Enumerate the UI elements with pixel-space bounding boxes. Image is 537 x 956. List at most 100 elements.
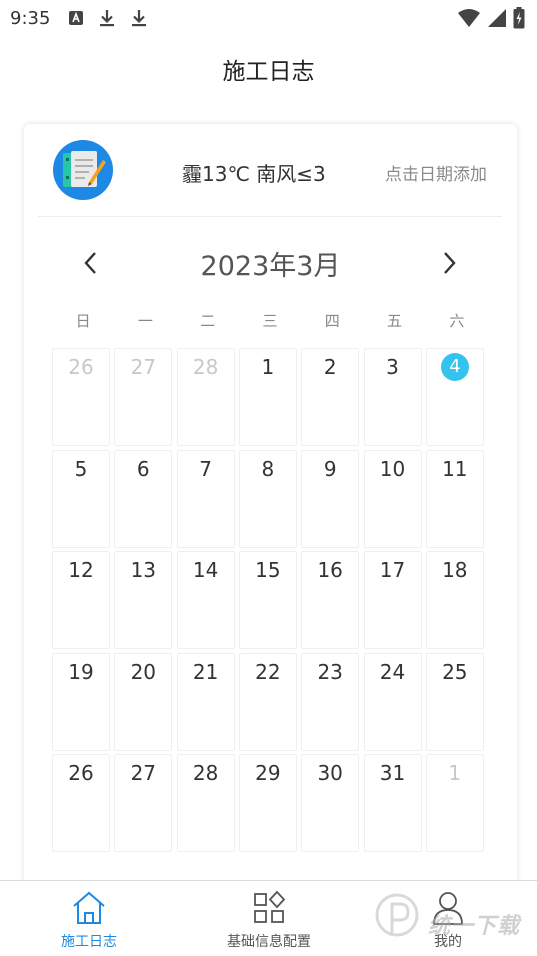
weekday-label: 一 [137, 312, 153, 330]
day-number: 4 [440, 353, 469, 381]
weekday-header: 日 一 二 三 四 五 六 [52, 310, 488, 332]
calendar-day-cell[interactable]: 20 [114, 652, 173, 751]
calendar-day-cell[interactable]: 28 [176, 754, 235, 852]
signal-icon [488, 9, 506, 27]
calendar-day-cell[interactable]: 14 [176, 551, 235, 649]
nav-label: 施工日志 [61, 934, 117, 950]
weekday-label: 三 [262, 312, 278, 330]
calendar-day-cell[interactable]: 3 [363, 348, 422, 446]
calendar-day-cell[interactable]: 22 [238, 652, 297, 751]
day-number: 2 [323, 355, 337, 379]
day-number: 16 [317, 558, 343, 582]
calendar-day-cell[interactable]: 6 [114, 449, 173, 548]
day-number: 21 [192, 659, 219, 684]
weather-info: 霾13℃ 南风≤3 [182, 162, 326, 186]
day-number: 20 [130, 659, 157, 684]
calendar-day-cell[interactable]: 31 [363, 754, 422, 852]
download-icon [100, 10, 114, 27]
day-number: 13 [130, 558, 157, 582]
day-number: 15 [255, 558, 281, 582]
calendar-day-cell[interactable]: 23 [301, 652, 360, 751]
day-number: 23 [317, 659, 343, 684]
day-number: 9 [323, 456, 337, 481]
calendar-day-cell[interactable]: 26 [52, 754, 110, 852]
calendar-day-cell[interactable]: 15 [238, 551, 297, 649]
status-bar: 9:35 [0, 0, 537, 36]
weekday-label: 五 [387, 312, 403, 330]
day-number: 29 [255, 761, 281, 785]
day-number: 11 [442, 456, 468, 481]
calendar-day-cell[interactable]: 1 [425, 754, 484, 852]
chevron-right-icon[interactable] [436, 248, 462, 278]
calendar-day-cell[interactable]: 8 [238, 449, 297, 548]
calendar-day-cell[interactable]: 27 [114, 348, 173, 446]
download-icon [132, 10, 146, 27]
battery-charging-icon [513, 7, 525, 29]
nav-item-basic-config[interactable]: 基础信息配置 [189, 889, 349, 951]
calendar-card: 霾13℃ 南风≤3 点击日期添加 2023年3月 日 一 二 三 四 五 六 2… [24, 124, 517, 894]
calendar-day-cell[interactable]: 17 [363, 551, 422, 649]
calendar-day-cell[interactable]: 19 [52, 652, 110, 751]
day-number: 30 [317, 761, 343, 785]
grid-icon [254, 890, 286, 923]
day-number: 26 [68, 761, 94, 785]
calendar-day-cell[interactable]: 26 [52, 348, 110, 446]
day-number: 27 [130, 761, 157, 785]
day-number: 1 [261, 355, 275, 379]
day-number: 3 [386, 355, 399, 379]
day-number: 22 [255, 659, 281, 684]
calendar-day-cell[interactable]: 9 [301, 449, 360, 548]
calendar-day-cell[interactable]: 25 [425, 652, 484, 751]
day-number: 28 [192, 355, 219, 379]
site-watermark: 统一下载 [372, 886, 532, 948]
watermark-logo-icon [375, 893, 419, 937]
month-navigator: 2023年3月 [24, 240, 517, 284]
calendar-day-cell[interactable]: 11 [425, 449, 484, 548]
day-number: 12 [68, 558, 94, 582]
day-number: 25 [442, 659, 468, 684]
calendar-day-cell[interactable]: 18 [425, 551, 484, 649]
day-number: 28 [192, 761, 219, 785]
notification-icons [68, 8, 148, 28]
calendar-day-cell[interactable]: 21 [176, 652, 235, 751]
home-icon [73, 891, 105, 924]
day-number: 27 [130, 355, 157, 379]
day-number: 19 [68, 659, 94, 684]
add-by-date-hint[interactable]: 点击日期添加 [385, 160, 487, 185]
weekday-label: 日 [75, 312, 91, 330]
weekday-label: 四 [324, 312, 340, 330]
calendar-day-cell[interactable]: 7 [176, 449, 235, 548]
nav-label: 基础信息配置 [227, 934, 311, 950]
day-number: 6 [136, 456, 150, 481]
day-number: 24 [379, 659, 406, 684]
wifi-icon [458, 9, 480, 27]
day-number: 10 [379, 456, 406, 481]
calendar-day-cell[interactable]: 12 [52, 551, 110, 649]
day-number: 5 [74, 456, 88, 481]
calendar-day-cell[interactable]: 5 [52, 449, 110, 548]
day-number: 17 [379, 558, 406, 582]
status-time: 9:35 [10, 8, 51, 29]
day-number: 8 [261, 456, 275, 481]
day-number: 26 [68, 355, 94, 379]
calendar-day-cell[interactable]: 30 [301, 754, 360, 852]
calendar-day-cell[interactable]: 28 [176, 348, 235, 446]
calendar-day-cell[interactable]: 24 [363, 652, 422, 751]
calendar-day-cell[interactable]: 10 [363, 449, 422, 548]
weekday-label: 六 [449, 312, 465, 330]
calendar-day-cell[interactable]: 13 [114, 551, 173, 649]
weekday-label: 二 [200, 312, 216, 330]
calendar-day-cell[interactable]: 27 [114, 754, 173, 852]
day-number: 14 [192, 558, 219, 582]
system-status-icons [457, 7, 525, 29]
calendar-day-cell[interactable]: 2 [301, 348, 360, 446]
calendar-day-cell[interactable]: 29 [238, 754, 297, 852]
day-number: 1 [448, 761, 462, 785]
app-logo-icon [53, 140, 113, 200]
nav-item-construction-log[interactable]: 施工日志 [9, 889, 169, 951]
calendar-day-cell[interactable]: 1 [238, 348, 297, 446]
calendar-day-today[interactable]: 4 [425, 348, 484, 446]
day-number: 7 [199, 456, 212, 481]
calendar-day-cell[interactable]: 16 [301, 551, 360, 649]
watermark-text: 统一下载 [428, 914, 521, 939]
